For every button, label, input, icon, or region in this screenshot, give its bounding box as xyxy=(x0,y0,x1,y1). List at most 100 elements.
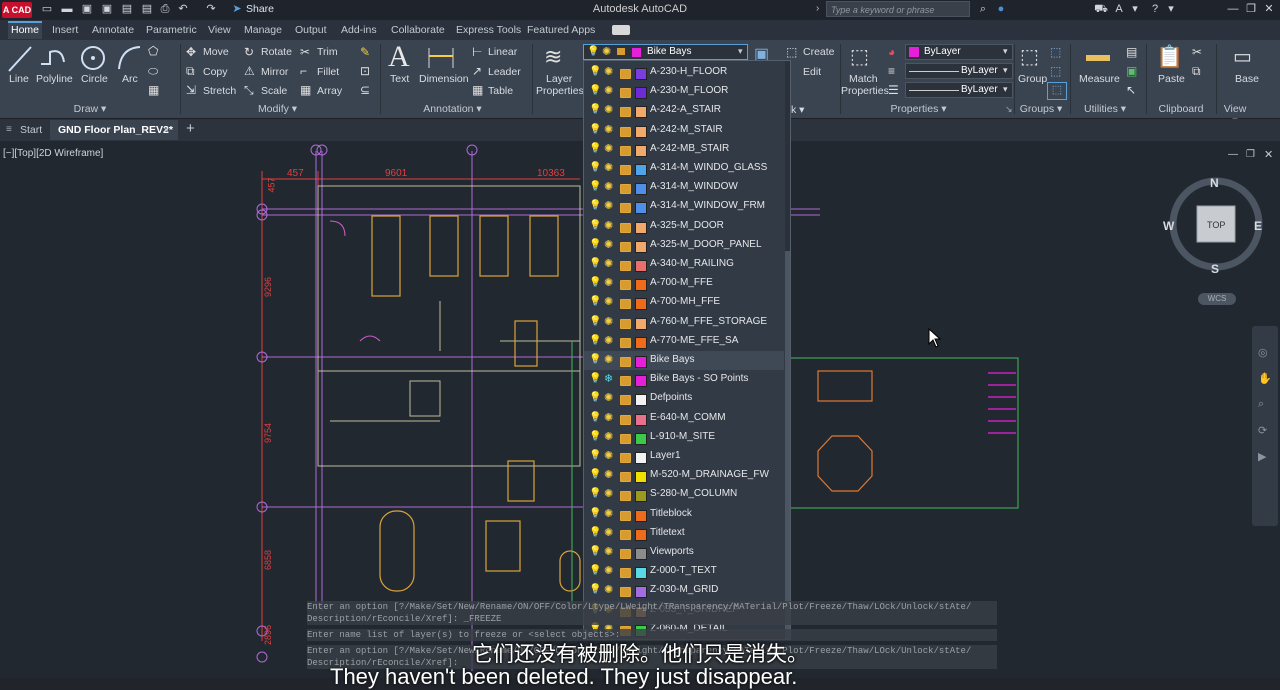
close-icon[interactable]: ✕ xyxy=(1262,2,1276,16)
layer-row[interactable]: 💡 ✺ Titleblock xyxy=(584,505,784,524)
lightbulb-icon[interactable]: 💡 xyxy=(589,412,601,423)
layer-color-swatch[interactable] xyxy=(635,548,647,560)
viewcube-top-face[interactable]: TOP xyxy=(1207,220,1225,230)
lock-icon[interactable] xyxy=(620,126,631,137)
polyline-icon[interactable] xyxy=(38,44,68,74)
lock-icon[interactable] xyxy=(620,241,631,252)
lock-icon[interactable] xyxy=(620,299,631,310)
layer-color-swatch[interactable] xyxy=(635,432,647,445)
lock-icon[interactable] xyxy=(620,203,631,214)
sun-icon[interactable]: ✺ xyxy=(604,238,613,251)
search-icon[interactable]: ⌕ xyxy=(976,2,990,16)
copy-clip-icon[interactable]: ⧉ xyxy=(1192,64,1201,79)
layer-row[interactable]: 💡 ✺ Bike Bays xyxy=(584,351,784,370)
layer-color-swatch[interactable] xyxy=(635,567,647,580)
paste-icon[interactable]: 📋 xyxy=(1156,44,1183,70)
lock-icon[interactable] xyxy=(620,549,631,559)
sun-icon[interactable]: ✺ xyxy=(604,257,613,270)
block-panel-title[interactable]: k ▾ xyxy=(791,104,804,116)
polyline-label[interactable]: Polyline xyxy=(36,73,73,85)
lineweight-dropdown[interactable]: ByLayer ▾ xyxy=(905,63,1013,79)
layer-color-swatch[interactable] xyxy=(635,87,647,100)
sun-icon[interactable]: ✺ xyxy=(604,276,613,289)
lightbulb-icon[interactable]: 💡 xyxy=(589,277,601,288)
cut-icon[interactable]: ✂ xyxy=(1192,45,1202,59)
layer-row[interactable]: 💡 ✺ A-242-MB_STAIR xyxy=(584,140,784,159)
groups-panel-title[interactable]: Groups ▾ xyxy=(1016,103,1066,115)
layer-color-swatch[interactable] xyxy=(635,183,647,196)
annotation-panel-title[interactable]: Annotation ▾ xyxy=(420,103,485,115)
layer-row[interactable]: 💡 ✺ A-314-M_WINDOW_FRM xyxy=(584,197,784,216)
sun-icon[interactable]: ✺ xyxy=(604,391,613,404)
circle-label[interactable]: Circle xyxy=(81,73,108,85)
arc-label[interactable]: Arc xyxy=(122,73,138,85)
chevron-down-icon[interactable]: ▾ xyxy=(1128,2,1142,16)
insert-block-icon[interactable]: ⬚ xyxy=(786,45,797,59)
layer-row[interactable]: 💡 ✺ A-700-M_FFE xyxy=(584,274,784,293)
sun-icon[interactable]: ✺ xyxy=(604,142,613,155)
lightbulb-icon[interactable]: 💡 xyxy=(589,296,601,307)
measure-label[interactable]: Measure xyxy=(1079,73,1120,85)
layer-color-swatch[interactable] xyxy=(635,586,647,599)
sun-icon[interactable]: ✺ xyxy=(604,507,613,520)
layer-row[interactable]: 💡 ✺ S-280-M_COLUMN xyxy=(584,485,784,504)
layer-row[interactable]: 💡 ✺ E-640-M_COMM xyxy=(584,409,784,428)
sun-icon[interactable]: ✺ xyxy=(604,199,613,212)
utilities-panel-title[interactable]: Utilities ▾ xyxy=(1080,103,1130,115)
color-dropdown[interactable]: ByLayer ▾ xyxy=(905,44,1013,60)
lock-icon[interactable] xyxy=(620,376,631,387)
sun-icon[interactable]: ✺ xyxy=(604,411,613,424)
paste-label[interactable]: Paste xyxy=(1158,73,1185,85)
arc-icon[interactable] xyxy=(116,44,142,72)
layer-color-swatch[interactable] xyxy=(635,375,647,388)
tab-view[interactable]: View xyxy=(208,23,231,39)
lock-icon[interactable] xyxy=(620,433,631,444)
lock-icon[interactable] xyxy=(620,587,631,598)
layer-color-swatch[interactable] xyxy=(635,509,647,522)
lock-icon[interactable] xyxy=(620,165,631,175)
new-tab-icon[interactable]: + xyxy=(186,120,195,138)
layer-row[interactable]: 💡 ✺ A-700-MH_FFE xyxy=(584,293,784,312)
chevron-down-icon[interactable]: ▾ xyxy=(1164,2,1178,16)
array-label[interactable]: Array xyxy=(317,85,342,97)
layer-row[interactable]: 💡 ✺ M-520-M_DRAINAGE_FW xyxy=(584,466,784,485)
trim-label[interactable]: Trim xyxy=(317,46,338,58)
layer-row[interactable]: 💡 ✺ Z-030-M_GRID xyxy=(584,581,784,600)
tab-collaborate[interactable]: Collaborate xyxy=(391,23,445,39)
sun-icon[interactable]: ✺ xyxy=(604,526,613,539)
lightbulb-icon[interactable]: 💡 xyxy=(589,565,601,576)
layer-row[interactable]: 💡 ✺ Viewports xyxy=(584,543,784,562)
properties-panel-title[interactable]: Properties ▾ xyxy=(886,103,951,115)
linetype-dropdown[interactable]: ByLayer ▾ xyxy=(905,82,1013,98)
layer-color-swatch[interactable] xyxy=(635,490,647,503)
layer-row[interactable]: 💡 ✺ A-314-M_WINDOW xyxy=(584,178,784,197)
layer-color-swatch[interactable] xyxy=(635,471,647,484)
lightbulb-icon[interactable]: 💡 xyxy=(589,508,601,519)
tab-menu-icon[interactable]: ≡ xyxy=(6,124,12,135)
line-icon[interactable] xyxy=(6,44,34,74)
lock-icon[interactable] xyxy=(620,261,631,271)
fillet-label[interactable]: Fillet xyxy=(317,66,339,78)
layer-properties-icon[interactable]: ≋ xyxy=(544,44,562,70)
layer-color-swatch[interactable] xyxy=(635,68,647,80)
scale-label[interactable]: Scale xyxy=(261,85,287,97)
copy-label[interactable]: Copy xyxy=(203,66,228,78)
lightbulb-icon[interactable]: 💡 xyxy=(589,354,601,365)
sun-icon[interactable]: ✺ xyxy=(604,103,613,116)
move-label[interactable]: Move xyxy=(203,46,229,58)
tab-annotate[interactable]: Annotate xyxy=(92,23,134,39)
trim-icon[interactable]: ✂ xyxy=(300,45,310,59)
ellipse-icon[interactable]: ⬭ xyxy=(148,64,158,79)
rotate-icon[interactable]: ↻ xyxy=(244,45,254,59)
restore-icon[interactable]: ❐ xyxy=(1244,2,1258,16)
minimize-icon[interactable]: — xyxy=(1226,2,1240,16)
lightbulb-icon[interactable]: 💡 xyxy=(589,373,601,384)
text-label[interactable]: Text xyxy=(390,73,409,85)
match-properties-label-2[interactable]: Properties xyxy=(841,85,889,97)
snowflake-icon[interactable]: ❄ xyxy=(604,372,613,385)
lightbulb-icon[interactable]: 💡 xyxy=(589,162,601,173)
start-tab[interactable]: Start xyxy=(20,121,42,139)
layer-color-swatch[interactable] xyxy=(635,202,647,215)
lightbulb-icon[interactable]: 💡 xyxy=(589,316,601,327)
lightbulb-icon[interactable]: 💡 xyxy=(589,584,601,595)
